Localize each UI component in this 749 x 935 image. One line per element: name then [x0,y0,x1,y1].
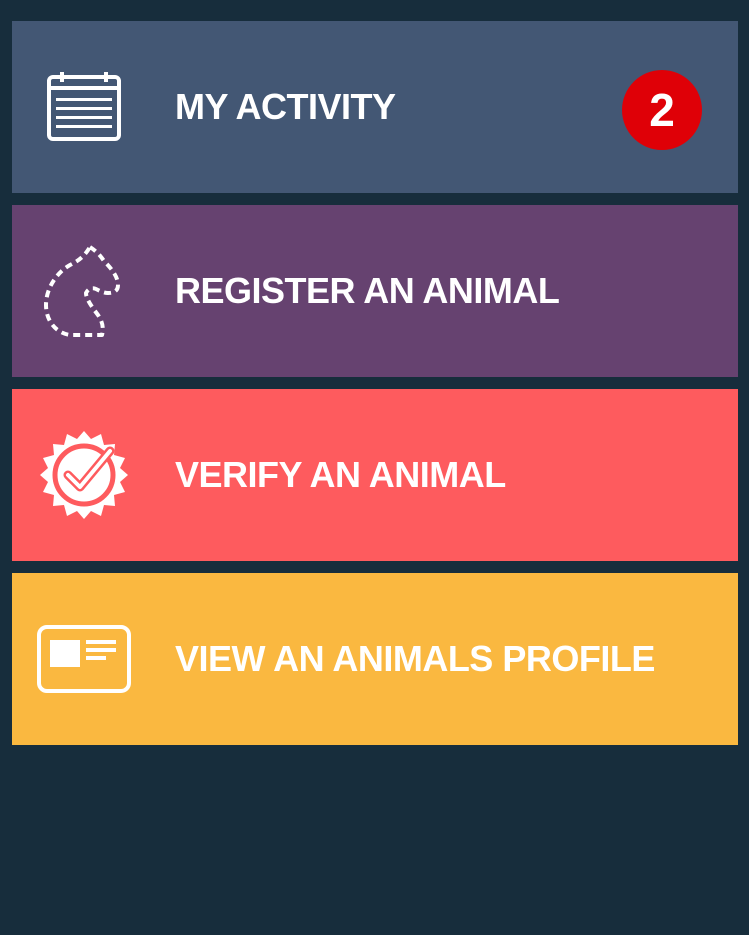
calendar-icon [34,57,134,157]
view-profile-label: VIEW AN ANIMALS PROFILE [175,638,655,679]
verify-animal-button[interactable]: VERIFY AN ANIMAL [12,389,738,561]
main-menu: MY ACTIVITY 2 REGISTER AN ANIMAL VERIFY … [12,21,738,757]
verify-animal-label: VERIFY AN ANIMAL [175,454,506,495]
horse-head-icon [34,241,134,341]
register-animal-label: REGISTER AN ANIMAL [175,270,560,311]
register-animal-button[interactable]: REGISTER AN ANIMAL [12,205,738,377]
my-activity-button[interactable]: MY ACTIVITY 2 [12,21,738,193]
view-profile-button[interactable]: VIEW AN ANIMALS PROFILE [12,573,738,745]
id-card-icon [34,609,134,709]
notification-badge: 2 [622,70,702,150]
verified-badge-icon [34,425,134,525]
my-activity-label: MY ACTIVITY [175,86,396,127]
